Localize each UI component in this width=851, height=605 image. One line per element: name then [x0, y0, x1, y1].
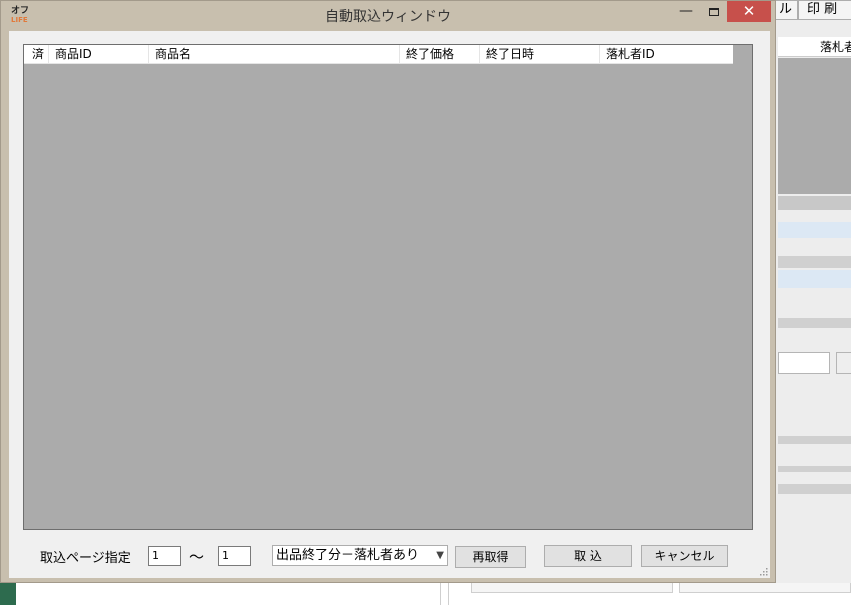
background-field [471, 583, 673, 593]
column-header-winner-id[interactable]: 落札者ID [600, 45, 733, 64]
maximize-button[interactable] [701, 1, 727, 23]
filter-select[interactable]: 出品終了分－落札者あり ▼ [272, 545, 448, 566]
background-divider [448, 583, 449, 605]
maximize-icon [709, 8, 719, 16]
background-column-header: 落札者 [778, 37, 851, 57]
list-header: 済 商品ID 商品名 終了価格 終了日時 落札者ID [24, 45, 733, 64]
column-header-end-price[interactable]: 終了価格 [400, 45, 480, 64]
background-divider [778, 484, 851, 494]
import-page-label: 取込ページ指定 [40, 551, 131, 566]
background-button[interactable] [836, 352, 851, 374]
range-tilde: 〜 [189, 548, 205, 566]
auto-import-dialog: オフ LIFE 自動取込ウィンドウ — ✕ 済 商品ID 商品名 終了価格 終了… [0, 0, 776, 583]
background-input[interactable] [778, 352, 830, 374]
background-divider [778, 196, 851, 210]
background-print-button[interactable]: 印 刷 [798, 0, 851, 20]
column-header-done[interactable]: 済 [24, 45, 49, 64]
resize-grip-icon[interactable] [758, 566, 768, 576]
background-row [778, 270, 851, 288]
background-divider [778, 318, 851, 328]
background-grid [778, 58, 851, 194]
title-bar[interactable]: オフ LIFE 自動取込ウィンドウ — ✕ [1, 1, 775, 31]
background-row [778, 222, 851, 238]
window-title: 自動取込ウィンドウ [325, 9, 451, 25]
filter-selected-value: 出品終了分－落札者あり [276, 548, 420, 563]
cancel-button[interactable]: キャンセル [641, 545, 728, 567]
column-header-item-name[interactable]: 商品名 [149, 45, 400, 64]
minimize-button[interactable]: — [671, 1, 701, 23]
column-header-item-id[interactable]: 商品ID [49, 45, 149, 64]
dialog-client-area: 済 商品ID 商品名 終了価格 終了日時 落札者ID 取込ページ指定 1 〜 1… [9, 31, 770, 578]
background-divider [440, 583, 441, 605]
background-divider [778, 436, 851, 444]
background-field [679, 583, 851, 593]
background-divider [778, 466, 851, 472]
import-button[interactable]: 取 込 [544, 545, 632, 567]
page-to-input[interactable]: 1 [218, 546, 251, 566]
background-status-area [16, 583, 851, 605]
column-header-end-datetime[interactable]: 終了日時 [480, 45, 600, 64]
auction-list-view[interactable]: 済 商品ID 商品名 終了価格 終了日時 落札者ID [23, 44, 753, 530]
close-button[interactable]: ✕ [727, 1, 771, 22]
chevron-down-icon: ▼ [436, 550, 444, 561]
refetch-button[interactable]: 再取得 [455, 546, 526, 568]
background-divider [778, 256, 851, 268]
page-from-input[interactable]: 1 [148, 546, 181, 566]
